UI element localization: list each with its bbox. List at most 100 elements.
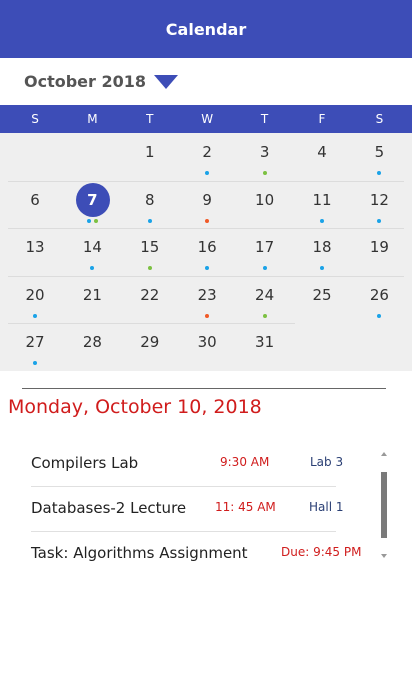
- event-dot: [377, 171, 382, 175]
- calendar-day[interactable]: 15: [125, 230, 175, 271]
- app-bar: Calendar: [0, 0, 412, 58]
- calendar-day[interactable]: 17: [240, 230, 290, 271]
- day-number: 4: [317, 143, 327, 161]
- calendar-day[interactable]: 1: [125, 135, 175, 175]
- day-number: 2: [202, 143, 212, 161]
- calendar-day[interactable]: 2: [182, 135, 232, 175]
- day-number: 18: [312, 238, 332, 257]
- month-selector[interactable]: October 2018: [0, 58, 412, 105]
- calendar-day[interactable]: 29: [125, 325, 175, 365]
- list-item[interactable]: Task: Algorithms Assignment Due: 9:45 PM: [31, 532, 361, 576]
- event-indicator: [67, 218, 117, 223]
- day-number: 20: [25, 285, 45, 304]
- calendar-day[interactable]: 6: [10, 183, 60, 223]
- calendar-day[interactable]: 24: [240, 278, 290, 318]
- calendar-day[interactable]: 22: [125, 278, 175, 318]
- day-number: 13: [25, 238, 45, 257]
- day-number: 21: [82, 285, 102, 304]
- weekday-label: T: [146, 112, 154, 126]
- event-title: Compilers Lab: [31, 454, 139, 472]
- event-indicator: [240, 171, 290, 175]
- calendar-day[interactable]: 3: [240, 135, 290, 175]
- day-number: 24: [255, 285, 275, 304]
- calendar-day[interactable]: 4: [297, 135, 347, 175]
- calendar-day[interactable]: 28: [67, 325, 117, 365]
- scrollbar-thumb[interactable]: [381, 472, 387, 538]
- calendar-day[interactable]: 31: [240, 325, 290, 365]
- scrollbar[interactable]: [380, 452, 388, 558]
- event-indicator: [354, 313, 404, 318]
- event-dot: [205, 266, 210, 271]
- day-number: 5: [374, 143, 385, 161]
- event-indicator: [182, 171, 232, 175]
- event-indicator: [125, 266, 175, 271]
- event-dot: [320, 218, 324, 223]
- calendar-day[interactable]: 26: [354, 278, 404, 318]
- calendar-day[interactable]: 9: [182, 183, 232, 223]
- weekday-label: S: [31, 112, 39, 126]
- event-time: 9:30 AM: [220, 455, 270, 469]
- day-number: 25: [312, 285, 332, 304]
- calendar-day[interactable]: 13: [10, 230, 60, 270]
- event-list: Compilers Lab 9:30 AM Lab 3 Databases-2 …: [31, 442, 371, 576]
- weekday-label: F: [318, 112, 326, 126]
- calendar-day[interactable]: 12: [354, 183, 404, 223]
- event-dot: [147, 266, 152, 271]
- calendar-day[interactable]: 8: [125, 183, 175, 223]
- row-divider: [8, 323, 295, 325]
- event-indicator: [182, 218, 232, 223]
- calendar-day[interactable]: 25: [297, 278, 347, 318]
- day-number: 1: [145, 143, 155, 161]
- dropdown-caret-icon[interactable]: [154, 74, 179, 89]
- event-dot: [205, 171, 210, 175]
- calendar-day[interactable]: 5: [354, 135, 404, 175]
- day-number: 7: [87, 190, 98, 209]
- calendar-day[interactable]: 20: [10, 278, 60, 318]
- event-indicator: [354, 218, 404, 223]
- day-number: 29: [140, 333, 160, 352]
- day-number: 12: [369, 190, 389, 209]
- scroll-up-arrow-icon[interactable]: [381, 452, 387, 456]
- calendar-day[interactable]: 7: [67, 182, 117, 223]
- calendar-day[interactable]: 27: [10, 325, 60, 366]
- scroll-down-arrow-icon[interactable]: [381, 554, 387, 558]
- event-indicator: [354, 171, 404, 175]
- event-indicator: [240, 313, 290, 318]
- list-item[interactable]: Compilers Lab 9:30 AM Lab 3: [31, 442, 343, 487]
- day-number: 9: [202, 190, 212, 209]
- calendar-day[interactable]: 16: [182, 230, 232, 271]
- day-number: 17: [255, 238, 275, 257]
- weekday-header: SMTWTFS: [0, 105, 412, 133]
- calendar-day[interactable]: 11: [297, 183, 347, 223]
- day-number: 8: [145, 190, 155, 209]
- day-number: 30: [197, 333, 217, 352]
- calendar-day[interactable]: 30: [182, 325, 232, 365]
- day-number: 31: [255, 333, 275, 352]
- weekday-label: S: [375, 112, 384, 126]
- event-title: Task: Algorithms Assignment: [31, 544, 248, 562]
- event-dot: [262, 171, 267, 175]
- event-indicator: [10, 361, 60, 366]
- event-indicator: [182, 266, 232, 271]
- event-dot: [90, 266, 95, 271]
- event-indicator: [67, 266, 117, 271]
- calendar-day[interactable]: 10: [240, 183, 290, 223]
- row-divider: [8, 275, 404, 277]
- event-dot: [377, 218, 382, 223]
- calendar-day[interactable]: 18: [297, 230, 347, 271]
- calendar-day[interactable]: 21: [67, 278, 117, 318]
- event-indicator: [10, 313, 60, 318]
- list-item[interactable]: Databases-2 Lecture 11: 45 AM Hall 1: [31, 487, 344, 532]
- calendar-day[interactable]: 23: [182, 278, 232, 318]
- event-dot: [205, 313, 210, 318]
- day-number: 14: [82, 238, 102, 257]
- event-dot: [86, 218, 91, 223]
- event-indicator: [297, 218, 347, 223]
- event-dot: [262, 266, 267, 271]
- calendar-day[interactable]: 19: [354, 230, 404, 270]
- event-indicator: [297, 266, 347, 271]
- event-dot: [377, 313, 382, 318]
- day-number: 19: [369, 238, 389, 257]
- day-number: 16: [197, 238, 217, 257]
- calendar-day[interactable]: 14: [67, 230, 117, 271]
